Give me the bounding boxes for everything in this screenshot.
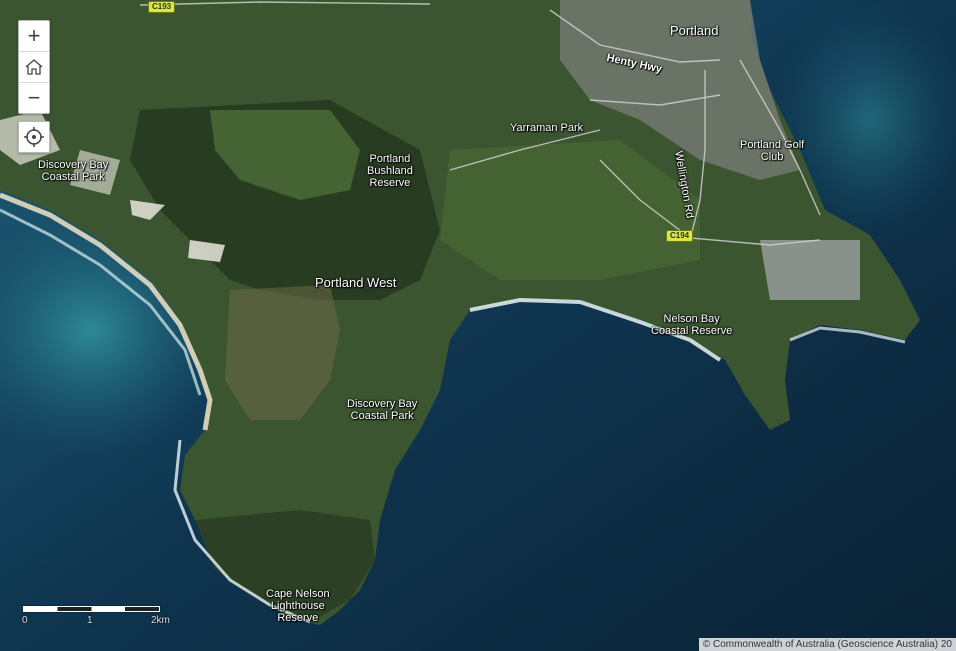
home-icon	[25, 59, 43, 75]
road-shield-c193: C193	[148, 1, 176, 13]
scale-bar-graphic	[23, 606, 160, 612]
map-attribution: © Commonwealth of Australia (Geoscience …	[698, 638, 956, 651]
scale-bar: 0 1 2km	[22, 606, 170, 626]
label-portland-bushland-reserve: Portland Bushland Reserve	[367, 153, 413, 189]
satellite-map[interactable]	[0, 0, 956, 651]
label-yarraman-park: Yarraman Park	[510, 122, 584, 134]
road-shield-c194: C194	[666, 230, 694, 242]
label-discovery-bay-south: Discovery Bay Coastal Park	[347, 398, 418, 422]
home-button[interactable]	[19, 51, 49, 82]
scale-label-1: 1	[87, 615, 93, 626]
locate-button[interactable]	[18, 121, 50, 153]
label-portland: Portland	[670, 23, 719, 38]
label-cape-nelson-lighthouse: Cape Nelson Lighthouse Reserve	[266, 588, 330, 624]
label-nelson-bay-coastal-reserve: Nelson Bay Coastal Reserve	[651, 313, 733, 337]
zoom-out-button[interactable]: −	[19, 82, 49, 113]
scale-label-2km: 2km	[151, 615, 170, 626]
industrial-area	[760, 240, 860, 300]
label-discovery-bay-north: Discovery Bay Coastal Park	[38, 159, 109, 183]
locate-icon	[24, 127, 44, 147]
zoom-controls: + −	[18, 20, 50, 114]
label-portland-golf-club: Portland Golf Club	[740, 139, 805, 163]
scale-label-0: 0	[22, 615, 28, 626]
zoom-in-button[interactable]: +	[19, 21, 49, 51]
label-portland-west: Portland West	[315, 275, 397, 290]
